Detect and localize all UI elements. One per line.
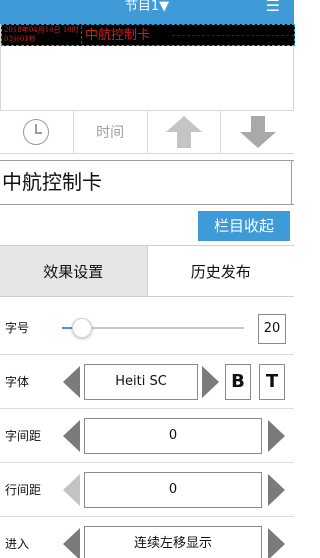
char-spacing-row: 字间距 0 (0, 409, 294, 463)
font-size-slider-handle[interactable] (72, 318, 92, 338)
font-label: 字体 (5, 375, 30, 389)
collapse-button[interactable]: 栏目收起 (198, 211, 290, 241)
led-time-text: 2018年04月10日 10时03分01秒 (4, 26, 79, 43)
char-spacing-value[interactable]: 0 (84, 418, 262, 454)
font-prev-icon[interactable] (63, 366, 80, 398)
enter-effect-next-icon[interactable] (268, 528, 285, 558)
font-size-label: 字号 (5, 321, 30, 335)
arrow-down-icon (239, 116, 276, 148)
text-content-value: 中航控制卡 (2, 170, 102, 194)
hamburger-icon[interactable]: ☰ (266, 0, 280, 15)
enter-effect-row: 进入 连续左移显示 (0, 517, 294, 558)
line-spacing-label: 行间距 (5, 483, 42, 497)
font-next-icon[interactable] (202, 366, 219, 398)
font-size-value[interactable]: 20 (258, 314, 286, 344)
led-message: 中航控制卡 (85, 28, 151, 43)
led-preview-area: 2018年04月10日 10时03分01秒 中航控制卡 (0, 24, 295, 110)
line-spacing-value[interactable]: 0 (84, 472, 262, 508)
font-row: 字体 Heiti SC B T (0, 355, 294, 409)
arrow-up-icon (165, 116, 202, 148)
enter-effect-label: 进入 (5, 537, 30, 551)
char-spacing-label: 字间距 (5, 429, 42, 443)
font-size-row: 字号 20 (0, 301, 294, 355)
font-value[interactable]: Heiti SC (84, 364, 198, 400)
time-button[interactable]: 时间 (74, 111, 148, 153)
tab-history-publish[interactable]: 历史发布 (147, 246, 294, 296)
led-guide-line (172, 35, 294, 36)
char-spacing-decrease-icon[interactable] (63, 420, 80, 452)
font-size-slider-track[interactable] (66, 327, 244, 329)
tab-effect-settings[interactable]: 效果设置 (0, 246, 148, 296)
time-label: 时间 (96, 125, 125, 141)
clock-icon (23, 119, 50, 145)
program-selector[interactable]: 节目1▼ (0, 0, 294, 14)
line-spacing-row: 行间距 0 (0, 463, 294, 517)
led-preview: 2018年04月10日 10时03分01秒 中航控制卡 (1, 24, 295, 46)
bold-button[interactable]: B (225, 364, 251, 400)
move-up-button[interactable] (148, 111, 222, 153)
font-style-button[interactable]: T (259, 364, 285, 400)
field-border (291, 161, 292, 204)
text-content-field[interactable]: 中航控制卡 (0, 160, 294, 205)
char-spacing-increase-icon[interactable] (268, 420, 285, 452)
move-down-button[interactable] (221, 111, 294, 153)
enter-effect-prev-icon[interactable] (63, 528, 80, 558)
line-spacing-increase-icon[interactable] (268, 474, 285, 506)
settings-tabs: 效果设置 历史发布 (0, 245, 294, 297)
led-divider (81, 26, 82, 44)
preview-toolbar: 时间 (0, 110, 294, 154)
enter-effect-value[interactable]: 连续左移显示 (84, 526, 262, 558)
top-bar: 节目1▼ ☰ (0, 0, 294, 24)
clock-button[interactable] (0, 111, 74, 153)
line-spacing-decrease-icon[interactable] (63, 474, 80, 506)
